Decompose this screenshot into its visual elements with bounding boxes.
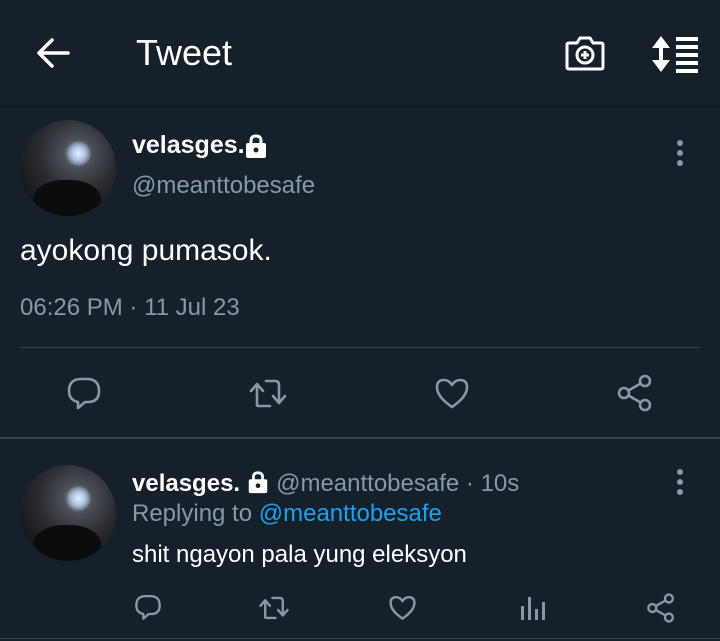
tweet-time-ago: 10s [480,470,520,497]
reply-icon[interactable] [66,375,102,411]
tweet-time: 06:26 PM [20,294,123,321]
timestamp-separator: · [465,470,474,497]
tweet-text: shit ngayon pala yung eleksyon [132,541,467,568]
replying-to-label: Replying to [132,500,253,527]
sort-list-icon[interactable] [650,34,700,74]
more-options-icon[interactable] [670,138,690,168]
retweet-icon[interactable] [258,593,290,622]
timestamp-separator: · [129,294,138,321]
replying-to: Replying to @meanttobesafe [132,500,442,528]
retweet-icon[interactable] [248,375,288,411]
top-app-bar: Tweet [0,0,720,107]
more-options-icon[interactable] [670,467,690,497]
divider [20,347,700,348]
author-handle[interactable]: @meanttobesafe [276,470,459,497]
avatar[interactable] [20,120,116,216]
replying-to-link[interactable]: @meanttobesafe [259,500,442,527]
tweet-timestamp: 06:26 PM · 11 Jul 23 [20,294,240,322]
like-icon[interactable] [434,376,470,410]
arrow-left-icon[interactable] [34,34,72,72]
camera-plus-icon[interactable] [564,32,606,74]
page-title: Tweet [136,32,233,73]
like-icon[interactable] [388,594,417,621]
share-icon[interactable] [616,374,654,412]
section-divider [0,638,720,639]
analytics-icon[interactable] [518,594,546,622]
lock-icon [248,471,268,494]
share-icon[interactable] [646,593,676,623]
author-name[interactable]: velasges. [132,131,245,160]
lock-icon [246,134,266,158]
reply-header: velasges. @meanttobesafe · 10s [132,470,519,498]
tweet-date: 11 Jul 23 [144,294,240,321]
reply-icon[interactable] [134,593,162,621]
avatar[interactable] [20,465,116,561]
author-handle[interactable]: @meanttobesafe [132,172,315,200]
section-divider [0,437,720,439]
tweet-text: ayokong pumasok. [20,234,272,267]
author-name[interactable]: velasges. [132,470,240,497]
